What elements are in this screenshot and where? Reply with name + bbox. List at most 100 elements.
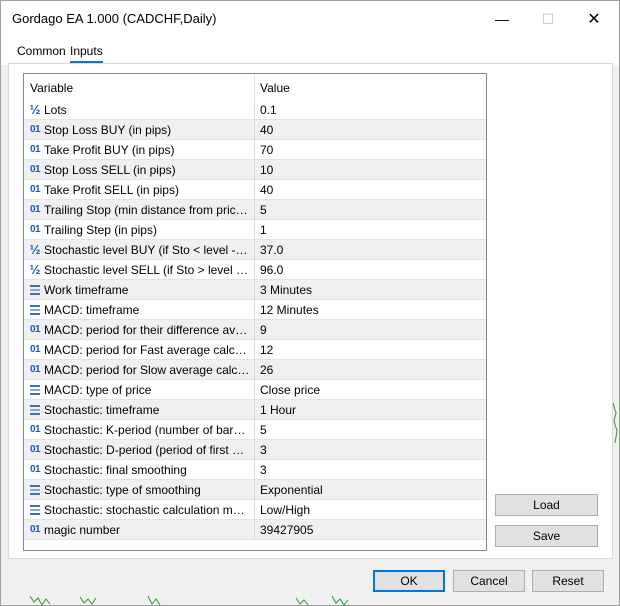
variable-name: Trailing Step (in pips) [44,223,157,237]
load-button[interactable]: Load [495,494,598,516]
cell-separator [254,280,255,300]
variable-name: Stochastic: stochastic calculation metho… [44,503,250,517]
tab-inputs[interactable]: Inputs [70,44,103,63]
grid-row[interactable]: 01 Take Profit SELL (in pips) 40 [24,180,486,200]
variable-value[interactable]: 3 Minutes [260,283,312,297]
variable-name: Trailing Stop (min distance from price t… [44,203,250,217]
ok-button[interactable]: OK [373,570,445,592]
cancel-button[interactable]: Cancel [453,570,525,592]
grid-row[interactable]: 01 MACD: period for Slow average calculat… [24,360,486,380]
grid-row[interactable]: Stochastic: type of smoothing Exponential [24,480,486,500]
column-header-variable[interactable]: Variable [30,81,73,95]
variable-value[interactable]: 1 Hour [260,403,296,417]
cell-separator [254,460,255,480]
cell-separator [254,200,255,220]
title-bar: Gordago EA 1.000 (CADCHF,Daily) — ☐ ✕ [1,1,619,37]
cell-separator [254,380,255,400]
variable-name: Stochastic: D-period (period of first sm… [44,443,250,457]
grid-row[interactable]: ½ Stochastic level SELL (if Sto > level -… [24,260,486,280]
cell-separator [254,520,255,540]
close-button[interactable]: ✕ [571,1,617,37]
grid-row[interactable]: 01 Trailing Step (in pips) 1 [24,220,486,240]
variable-name: Take Profit SELL (in pips) [44,183,179,197]
variable-value[interactable]: 0.1 [260,103,277,117]
grid-row[interactable]: 01 Stochastic: final smoothing 3 [24,460,486,480]
integer-type-icon: 01 [29,123,41,135]
reset-button[interactable]: Reset [532,570,604,592]
variable-value[interactable]: 12 [260,343,273,357]
grid-row[interactable]: 01 Trailing Stop (min distance from price… [24,200,486,220]
grid-row[interactable]: ½ Stochastic level BUY (if Sto < level ->… [24,240,486,260]
variable-value[interactable]: 40 [260,123,273,137]
grid-row[interactable]: 01 Stochastic: D-period (period of first … [24,440,486,460]
cell-separator [254,120,255,140]
variable-name: MACD: period for Slow average calculatio… [44,363,250,377]
close-icon: ✕ [587,11,601,28]
grid-row[interactable]: 01 Stop Loss BUY (in pips) 40 [24,120,486,140]
variable-value[interactable]: 70 [260,143,273,157]
column-separator[interactable] [254,74,255,100]
variable-value[interactable]: Low/High [260,503,310,517]
variable-value[interactable]: 1 [260,223,267,237]
integer-type-icon: 01 [29,523,41,535]
integer-type-icon: 01 [29,203,41,215]
grid-row[interactable]: Stochastic: stochastic calculation metho… [24,500,486,520]
cell-separator [254,400,255,420]
grid-row[interactable]: 01 Stochastic: K-period (number of bars f… [24,420,486,440]
variable-value[interactable]: 10 [260,163,273,177]
variable-value[interactable]: 5 [260,423,267,437]
grid-row[interactable]: Work timeframe 3 Minutes [24,280,486,300]
variable-value[interactable]: 3 [260,463,267,477]
integer-type-icon: 01 [29,183,41,195]
enum-type-icon [28,482,42,496]
variable-value[interactable]: 9 [260,323,267,337]
variable-value[interactable]: 26 [260,363,273,377]
cell-separator [254,360,255,380]
variable-value[interactable]: 37.0 [260,243,283,257]
grid-row[interactable]: 01 magic number 39427905 [24,520,486,540]
variable-name: Stochastic level SELL (if Sto > level ->… [44,263,250,277]
minimize-icon: — [495,11,509,27]
variable-value[interactable]: Exponential [260,483,323,497]
cell-separator [254,340,255,360]
variable-name: Stochastic: timeframe [44,403,160,417]
grid-row[interactable]: ½ Lots 0.1 [24,100,486,120]
grid-row[interactable]: 01 MACD: period for Fast average calculat… [24,340,486,360]
tab-common[interactable]: Common [17,44,66,61]
variable-value[interactable]: 39427905 [260,523,313,537]
enum-type-icon [28,302,42,316]
grid-row[interactable]: MACD: timeframe 12 Minutes [24,300,486,320]
minimize-button[interactable]: — [479,1,525,37]
grid-row[interactable]: MACD: type of price Close price [24,380,486,400]
enum-type-icon [28,402,42,416]
variable-value[interactable]: 12 Minutes [260,303,319,317]
grid-row[interactable]: Stochastic: timeframe 1 Hour [24,400,486,420]
integer-type-icon: 01 [29,143,41,155]
variable-value[interactable]: 96.0 [260,263,283,277]
tab-strip: Common Inputs [1,37,619,65]
cell-separator [254,160,255,180]
variable-name: magic number [44,523,121,537]
save-button[interactable]: Save [495,525,598,547]
grid-row[interactable]: 01 Stop Loss SELL (in pips) 10 [24,160,486,180]
grid-row[interactable]: 01 MACD: period for their difference aver… [24,320,486,340]
double-type-icon: ½ [29,101,41,117]
variable-name: Work timeframe [44,283,129,297]
variable-value[interactable]: 40 [260,183,273,197]
maximize-icon: ☐ [541,10,555,27]
variable-value[interactable]: 3 [260,443,267,457]
cell-separator [254,140,255,160]
cell-separator [254,100,255,120]
cell-separator [254,300,255,320]
grid-row[interactable]: 01 Take Profit BUY (in pips) 70 [24,140,486,160]
variable-value[interactable]: 5 [260,203,267,217]
enum-type-icon [28,282,42,296]
variable-value[interactable]: Close price [260,383,320,397]
double-type-icon: ½ [29,241,41,257]
column-header-value[interactable]: Value [260,81,290,95]
variable-name: Stop Loss BUY (in pips) [44,123,172,137]
integer-type-icon: 01 [29,443,41,455]
cell-separator [254,500,255,520]
background-chart-fragment [29,596,349,606]
integer-type-icon: 01 [29,363,41,375]
